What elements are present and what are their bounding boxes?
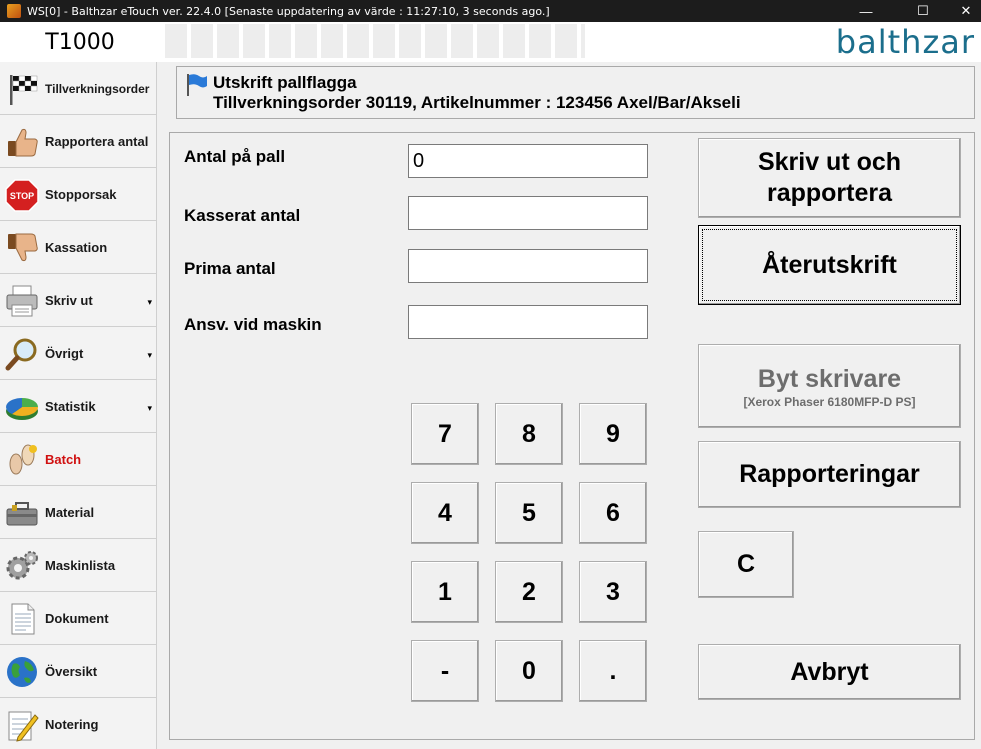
sidebar-item-label: Kassation — [45, 240, 108, 255]
sidebar-item-label: Dokument — [45, 611, 109, 626]
sidebar-item-label: Statistik — [45, 399, 96, 414]
field-label: Kasserat antal — [184, 206, 301, 225]
sidebar-item-stopporsak[interactable]: STOP Stopporsak — [0, 169, 156, 221]
header-decoration — [165, 24, 585, 58]
footprints-icon — [2, 440, 42, 480]
sidebar-item-label: Notering — [45, 717, 99, 732]
window-title-bar: WS[0] - Balthzar eTouch ver. 22.4.0 [Sen… — [0, 0, 981, 22]
machine-name: T1000 — [45, 29, 115, 55]
keypad-key-dot[interactable]: . — [579, 640, 647, 702]
button-label: C — [736, 550, 756, 578]
checkered-flag-icon — [2, 69, 42, 109]
chevron-down-icon: ▾ — [147, 297, 152, 307]
sidebar-item-label: Tillverkningsorder — [45, 81, 150, 96]
app-header: T1000 balthzar — [0, 22, 981, 62]
sidebar-item-statistik[interactable]: Statistik ▾ — [0, 381, 156, 433]
flag-icon — [185, 73, 209, 102]
keypad-key-8[interactable]: 8 — [495, 403, 563, 465]
pie-chart-icon — [2, 387, 42, 427]
sidebar-item-label: Maskinlista — [45, 558, 116, 573]
sidebar-item-tillverkningsorder[interactable]: Tillverkningsorder — [0, 63, 156, 115]
sidebar-item-label: Skriv ut — [45, 293, 93, 308]
button-label: Byt skrivare — [757, 364, 902, 393]
button-label-line2: rapportera — [766, 179, 893, 207]
keypad-key-6[interactable]: 6 — [579, 482, 647, 544]
keypad-key-2[interactable]: 2 — [495, 561, 563, 623]
chevron-down-icon: ▾ — [147, 350, 152, 360]
keypad-key-9[interactable]: 9 — [579, 403, 647, 465]
stop-sign-icon: STOP — [2, 175, 42, 215]
sidebar-item-batch[interactable]: Batch — [0, 434, 156, 486]
sidebar: Tillverkningsorder Rapportera antal STOP… — [0, 62, 157, 749]
sidebar-item-material[interactable]: Material — [0, 487, 156, 539]
toolbox-icon — [2, 493, 42, 533]
keypad-key-minus[interactable]: - — [411, 640, 479, 702]
reprint-button[interactable]: Återutskrift — [698, 225, 961, 305]
sidebar-item-label: Stopporsak — [45, 187, 117, 202]
printer-name: [Xerox Phaser 6180MFP-D PS] — [743, 394, 916, 409]
cancel-button[interactable]: Avbryt — [698, 644, 961, 700]
sidebar-item-label: Övrigt — [45, 346, 84, 361]
printer-icon — [2, 281, 42, 321]
sidebar-item-rapportera-antal[interactable]: Rapportera antal — [0, 116, 156, 168]
sidebar-item-notering[interactable]: Notering — [0, 699, 156, 749]
minimize-button[interactable]: — — [843, 0, 889, 22]
sidebar-item-dokument[interactable]: Dokument — [0, 593, 156, 645]
sidebar-item-kassation[interactable]: Kassation — [0, 222, 156, 274]
globe-icon — [2, 652, 42, 692]
change-printer-button[interactable]: Byt skrivare [Xerox Phaser 6180MFP-D PS] — [698, 344, 961, 428]
sidebar-item-ovrigt[interactable]: Övrigt ▾ — [0, 328, 156, 380]
brand-logo: balthzar — [835, 23, 975, 61]
app-icon — [7, 4, 21, 18]
window-title: WS[0] - Balthzar eTouch ver. 22.4.0 [Sen… — [27, 4, 550, 18]
sidebar-item-skriv-ut[interactable]: Skriv ut ▾ — [0, 275, 156, 327]
keypad-key-0[interactable]: 0 — [495, 640, 563, 702]
keypad-key-5[interactable]: 5 — [495, 482, 563, 544]
chevron-down-icon: ▾ — [147, 403, 152, 413]
field-label: Prima antal — [184, 259, 276, 278]
button-label: Rapporteringar — [739, 460, 920, 488]
thumbs-down-icon — [2, 228, 42, 268]
keypad-key-1[interactable]: 1 — [411, 561, 479, 623]
info-panel: Utskrift pallflagga Tillverkningsorder 3… — [176, 66, 975, 119]
keypad-key-4[interactable]: 4 — [411, 482, 479, 544]
close-button[interactable]: ✕ — [943, 0, 981, 22]
sidebar-item-label: Översikt — [45, 664, 98, 679]
sidebar-item-maskinlista[interactable]: Maskinlista — [0, 540, 156, 592]
field-label: Ansv. vid maskin — [184, 315, 322, 334]
keypad-key-7[interactable]: 7 — [411, 403, 479, 465]
notepad-pencil-icon — [2, 705, 42, 745]
field-label: Antal på pall — [184, 147, 286, 166]
ansvarig-input[interactable] — [408, 305, 648, 339]
button-label-line1: Skriv ut och — [757, 148, 902, 176]
form-panel: Antal på pall Kasserat antal Prima antal… — [169, 132, 975, 740]
keypad-key-3[interactable]: 3 — [579, 561, 647, 623]
antal-pa-pall-input[interactable] — [408, 144, 648, 178]
page-title: Utskrift pallflagga — [213, 73, 357, 92]
sidebar-item-oversikt[interactable]: Översikt — [0, 646, 156, 698]
thumbs-up-icon — [2, 122, 42, 162]
sidebar-item-label: Rapportera antal — [45, 134, 149, 149]
sidebar-item-label: Batch — [45, 452, 82, 467]
gears-icon — [2, 546, 42, 586]
kasserat-antal-input[interactable] — [408, 196, 648, 230]
maximize-button[interactable]: ☐ — [900, 0, 946, 22]
magnifier-icon — [2, 334, 42, 374]
sidebar-item-label: Material — [45, 505, 95, 520]
svg-text:STOP: STOP — [10, 191, 34, 201]
order-details: Tillverkningsorder 30119, Artikelnummer … — [213, 93, 741, 112]
button-label: Avbryt — [790, 657, 869, 686]
clear-button[interactable]: C — [698, 531, 794, 598]
prima-antal-input[interactable] — [408, 249, 648, 283]
document-icon — [2, 599, 42, 639]
print-and-report-button[interactable]: Skriv ut och rapportera — [698, 138, 961, 218]
reports-button[interactable]: Rapporteringar — [698, 441, 961, 508]
button-label: Återutskrift — [762, 250, 897, 279]
